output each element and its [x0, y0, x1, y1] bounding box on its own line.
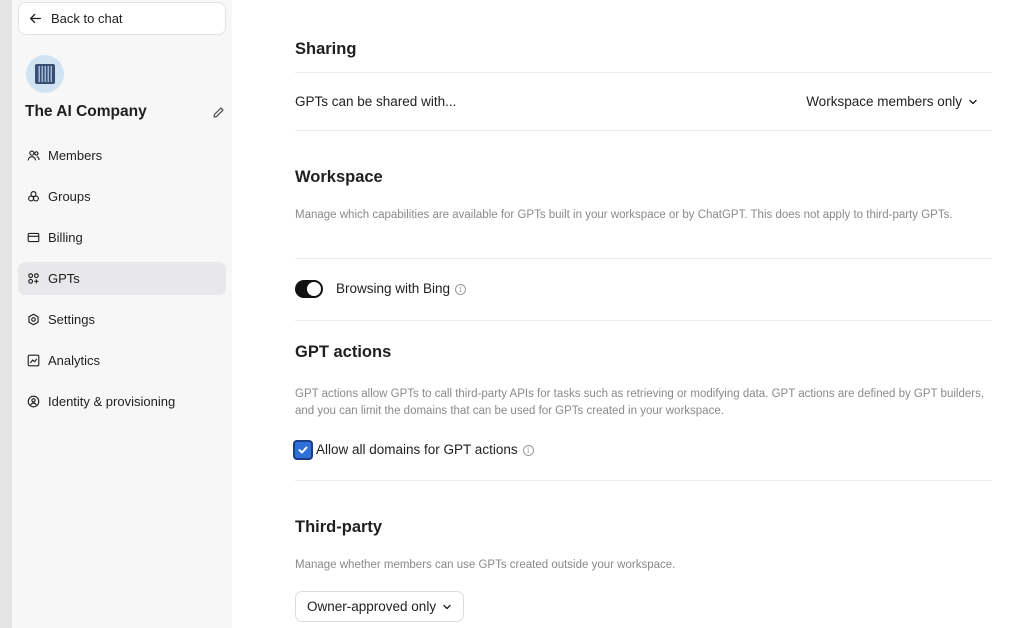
- members-icon: [27, 150, 40, 161]
- chevron-down-icon: [443, 604, 451, 609]
- sidebar-item-label: Members: [48, 148, 103, 163]
- workspace-logo: [26, 55, 64, 93]
- groups-icon: [28, 191, 39, 202]
- sidebar-item-label: Settings: [48, 312, 95, 327]
- section-title-sharing: Sharing: [295, 40, 357, 58]
- sidebar-item-identity[interactable]: Identity & provisioning: [18, 385, 226, 418]
- chevron-down-icon: [969, 99, 977, 104]
- arrow-left-icon: [29, 13, 42, 24]
- back-to-chat-button[interactable]: Back to chat: [18, 2, 226, 35]
- allow-all-domains-checkbox[interactable]: [293, 440, 313, 460]
- info-icon[interactable]: i: [455, 283, 467, 295]
- sidebar-item-analytics[interactable]: Analytics: [18, 344, 226, 377]
- divider: [295, 258, 992, 259]
- section-title-third-party: Third-party: [295, 518, 383, 536]
- checkmark-icon: [298, 446, 308, 454]
- share-with-label: GPTs can be shared with...: [295, 94, 457, 109]
- section-title-workspace: Workspace: [295, 168, 383, 186]
- sidebar: Back to chat The AI Company Members Grou…: [12, 0, 232, 628]
- sidebar-item-members[interactable]: Members: [18, 139, 226, 172]
- sidebar-item-groups[interactable]: Groups: [18, 180, 226, 213]
- gpts-icon: [28, 273, 39, 284]
- settings-icon: [28, 313, 39, 326]
- share-with-value: Workspace members only: [806, 94, 962, 109]
- browsing-with-bing-label: Browsing with Bing: [336, 281, 451, 296]
- third-party-dropdown[interactable]: Owner-approved only: [295, 591, 465, 622]
- third-party-value: Owner-approved only: [307, 599, 437, 614]
- third-party-description: Manage whether members can use GPTs crea…: [295, 559, 676, 571]
- sidebar-nav: Members Groups Billing GPTs Settings Ana…: [18, 139, 226, 426]
- divider: [295, 130, 992, 131]
- window-edge: [0, 0, 12, 628]
- sidebar-item-label: Analytics: [48, 353, 101, 368]
- gpt-actions-description: GPT actions allow GPTs to call third-par…: [295, 388, 985, 417]
- info-icon[interactable]: i: [522, 444, 534, 456]
- company-name: The AI Company: [25, 103, 147, 120]
- browsing-with-bing-toggle[interactable]: [295, 280, 323, 298]
- sidebar-item-label: GPTs: [48, 271, 80, 286]
- qr-logo-icon: [35, 64, 55, 84]
- analytics-icon: [27, 354, 40, 367]
- identity-icon: [27, 395, 40, 408]
- sidebar-item-gpts[interactable]: GPTs: [18, 262, 226, 295]
- divider: [295, 480, 992, 481]
- pencil-icon[interactable]: [212, 106, 225, 119]
- divider: [295, 72, 992, 73]
- browsing-with-bing-row: Browsing with Bing i: [336, 281, 467, 296]
- allow-all-domains-label: Allow all domains for GPT actions: [316, 442, 518, 457]
- billing-icon: [27, 232, 40, 243]
- share-with-dropdown[interactable]: Workspace members only: [806, 94, 978, 109]
- sidebar-item-settings[interactable]: Settings: [18, 303, 226, 336]
- section-title-gpt-actions: GPT actions: [295, 343, 392, 361]
- allow-all-domains-row: Allow all domains for GPT actions i: [316, 442, 534, 457]
- sidebar-item-label: Billing: [48, 230, 83, 245]
- back-to-chat-label: Back to chat: [51, 11, 123, 26]
- sidebar-item-billing[interactable]: Billing: [18, 221, 226, 254]
- sidebar-item-label: Identity & provisioning: [48, 394, 176, 409]
- sidebar-item-label: Groups: [48, 189, 91, 204]
- workspace-description: Manage which capabilities are available …: [295, 209, 953, 221]
- divider: [295, 320, 992, 321]
- company-header: The AI Company: [25, 103, 225, 121]
